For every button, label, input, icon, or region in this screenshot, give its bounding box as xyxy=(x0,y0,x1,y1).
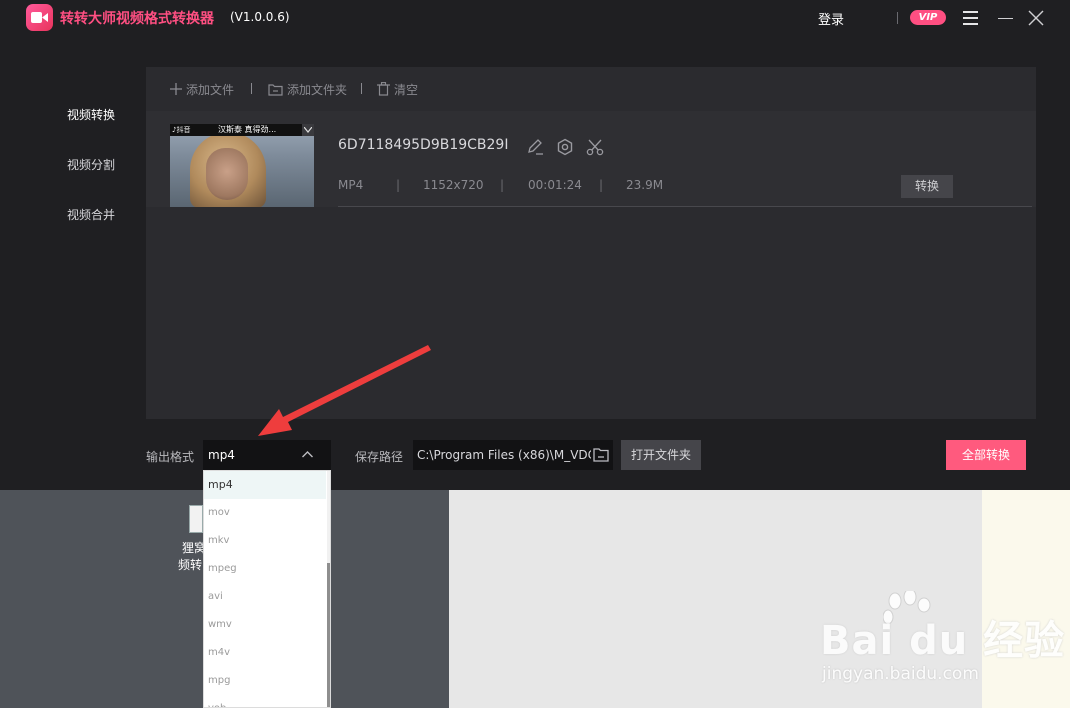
app-logo-icon xyxy=(26,4,53,31)
app-version: (V1.0.0.6) xyxy=(230,10,290,24)
dropdown-scrollbar[interactable] xyxy=(327,471,330,707)
format-option-mpeg[interactable]: mpeg xyxy=(204,555,326,583)
add-file-label: 添加文件 xyxy=(186,82,235,97)
dropdown-scrollbar-thumb[interactable] xyxy=(327,563,330,707)
desktop-shortcut-label-line2: 频转 xyxy=(178,558,203,572)
thumbnail-dropdown-icon[interactable] xyxy=(302,124,314,136)
output-format-label: 输出格式 xyxy=(146,450,195,464)
save-path-field[interactable]: C:\Program Files (x86)\M_VDC xyxy=(413,440,613,470)
file-format: MP4 xyxy=(338,178,364,192)
video-thumbnail[interactable]: ♪抖音 汉斯泰 真得劲... xyxy=(170,124,314,207)
file-toolbar: 添加文件 添加文件夹 清空 xyxy=(146,67,1036,111)
watermark-url: jingyan.baidu.com xyxy=(822,664,979,684)
save-path-value: C:\Program Files (x86)\M_VDC xyxy=(417,448,591,462)
format-option-wmv[interactable]: wmv xyxy=(204,611,326,639)
file-name: 6D7118495D9B19CB29I xyxy=(338,137,509,153)
thumbnail-caption: 汉斯泰 真得劲... xyxy=(218,125,277,134)
convert-button[interactable]: 转换 xyxy=(901,175,953,198)
output-format-value: mp4 xyxy=(208,448,235,462)
sidebar-item-video-convert[interactable]: 视频转换 xyxy=(67,106,115,123)
file-duration: 00:01:24 xyxy=(528,178,582,192)
watermark-brand: Bai du 经验 xyxy=(820,618,1066,664)
title-bar: 转转大师视频格式转换器 (V1.0.0.6) 登录 VIP xyxy=(0,0,1070,36)
add-file-button[interactable]: 添加文件 xyxy=(170,81,234,97)
edit-icon[interactable] xyxy=(526,138,544,156)
add-folder-label: 添加文件夹 xyxy=(287,82,348,97)
meta-divider: | xyxy=(396,178,401,192)
format-dropdown-list[interactable]: mp4 mov mkv mpeg avi wmv m4v mpg vob xyxy=(203,470,331,708)
meta-divider: | xyxy=(500,178,505,192)
minimize-icon[interactable] xyxy=(998,10,1014,26)
titlebar-divider xyxy=(897,12,898,24)
chevron-up-icon xyxy=(302,451,313,458)
open-folder-button[interactable]: 打开文件夹 xyxy=(621,440,701,470)
sidebar-item-video-split[interactable]: 视频分割 xyxy=(67,156,115,173)
format-option-mkv[interactable]: mkv xyxy=(204,527,326,555)
toolbar-divider xyxy=(361,83,362,94)
plus-icon xyxy=(170,83,182,95)
folder-icon[interactable] xyxy=(593,447,609,462)
tiktok-logo-icon: ♪抖音 xyxy=(172,126,191,134)
app-title: 转转大师视频格式转换器 xyxy=(60,11,214,27)
file-resolution: 1152x720 xyxy=(423,178,484,192)
desktop-window-edge xyxy=(982,490,1070,708)
close-icon[interactable] xyxy=(1028,10,1044,26)
format-option-mp4[interactable]: mp4 xyxy=(204,471,326,499)
vip-badge[interactable]: VIP xyxy=(910,10,946,25)
format-option-vob[interactable]: vob xyxy=(204,695,326,707)
format-option-mov[interactable]: mov xyxy=(204,499,326,527)
convert-all-button[interactable]: 全部转换 xyxy=(946,440,1026,470)
desktop-shortcut-icon[interactable] xyxy=(189,505,203,533)
format-option-m4v[interactable]: m4v xyxy=(204,639,326,667)
scissors-icon[interactable] xyxy=(586,138,604,156)
trash-icon xyxy=(377,82,390,96)
sidebar-item-video-merge[interactable]: 视频合并 xyxy=(67,206,115,223)
file-list-panel: 添加文件 添加文件夹 清空 ♪抖音 汉斯泰 真得劲... 6D7118495D9… xyxy=(146,67,1036,419)
file-row[interactable]: ♪抖音 汉斯泰 真得劲... 6D7118495D9B19CB29I MP4 |… xyxy=(146,111,1036,207)
meta-divider: | xyxy=(599,178,604,192)
clear-label: 清空 xyxy=(394,82,419,97)
folder-add-icon xyxy=(268,83,283,96)
format-option-mpg[interactable]: mpg xyxy=(204,667,326,695)
toolbar-divider xyxy=(251,83,252,94)
save-path-label: 保存路径 xyxy=(355,450,404,464)
app-window: 转转大师视频格式转换器 (V1.0.0.6) 登录 VIP 视频转换 视频分割 … xyxy=(0,0,1070,490)
settings-icon[interactable] xyxy=(556,138,574,156)
menu-icon[interactable] xyxy=(963,11,978,25)
login-button[interactable]: 登录 xyxy=(818,9,844,28)
format-option-avi[interactable]: avi xyxy=(204,583,326,611)
clear-button[interactable]: 清空 xyxy=(377,81,418,97)
add-folder-button[interactable]: 添加文件夹 xyxy=(268,81,347,97)
file-size: 23.9M xyxy=(626,178,664,192)
output-format-select[interactable]: mp4 xyxy=(203,440,331,470)
